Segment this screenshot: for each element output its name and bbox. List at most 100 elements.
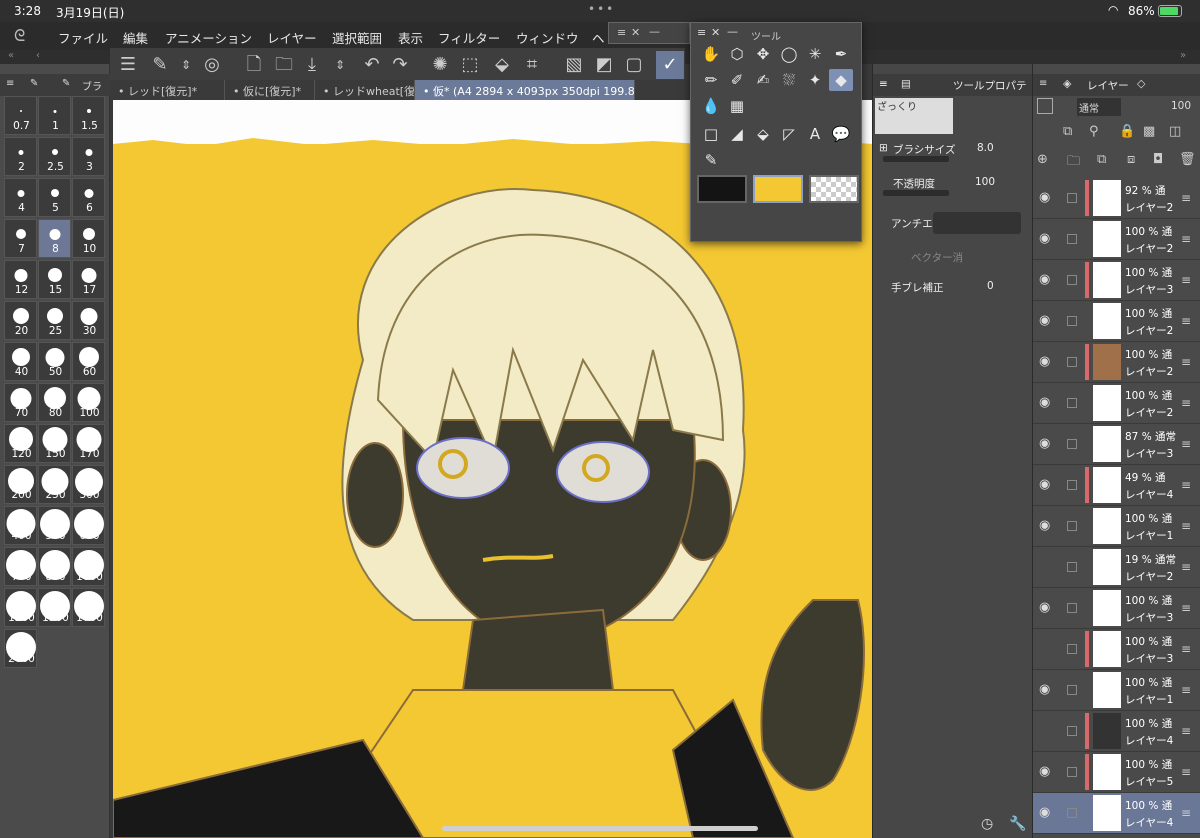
fill-icon[interactable]: ⬙	[488, 51, 516, 79]
main-color-swatch[interactable]	[697, 175, 747, 203]
menu-file[interactable]: ファイル	[58, 28, 108, 47]
layer-row[interactable]: ◉ 100 % 通レイヤー11 ≡	[1033, 506, 1200, 547]
layer-checkbox[interactable]	[1067, 808, 1077, 818]
brush-size-option[interactable]: 1200	[4, 588, 37, 627]
brush-size-option[interactable]: 200	[4, 465, 37, 504]
layer-checkbox[interactable]	[1067, 398, 1077, 408]
subtool-tab-icon[interactable]: ▤	[901, 78, 911, 90]
chevron-left-icon[interactable]: ‹	[36, 50, 40, 61]
airbrush-tool-icon[interactable]: ⛆	[777, 69, 801, 91]
brush-size-option[interactable]: 600	[72, 506, 105, 545]
brush-size-option[interactable]: 60	[72, 342, 105, 381]
new-file-icon[interactable]: 🗋	[240, 51, 268, 79]
brush-size-option[interactable]: 20	[4, 301, 37, 340]
layer-row[interactable]: ◉ 100 % 通レイヤー36 ≡	[1033, 588, 1200, 629]
menu-icon[interactable]: ≡	[879, 78, 888, 90]
menu-icon[interactable]: ≡	[697, 26, 706, 39]
visibility-eye-icon[interactable]: ◉	[1039, 477, 1050, 492]
visibility-eye-icon[interactable]: ◉	[1039, 395, 1050, 410]
menu-selection[interactable]: 選択範囲	[332, 28, 382, 47]
layer-checkbox[interactable]	[1067, 685, 1077, 695]
copy-layer-icon[interactable]: ⧉	[1097, 152, 1106, 167]
visibility-eye-icon[interactable]: ◉	[1039, 682, 1050, 697]
drag-handle-icon[interactable]: ≡	[1181, 560, 1191, 574]
drag-handle-icon[interactable]: ≡	[1181, 724, 1191, 738]
drag-handle-icon[interactable]: ≡	[1181, 765, 1191, 779]
minimize-icon[interactable]: —	[649, 25, 660, 38]
brush-size-option[interactable]: 500	[38, 506, 71, 545]
eraser-tool-icon[interactable]: ◆	[829, 69, 853, 91]
brush-size-option[interactable]: 1500	[38, 588, 71, 627]
figure-tool-icon[interactable]: □	[699, 123, 723, 145]
drag-handle-icon[interactable]: ≡	[1181, 396, 1191, 410]
lock-icon[interactable]: 🔒	[1119, 124, 1135, 139]
layer-checkbox[interactable]	[1067, 480, 1077, 490]
reference-icon[interactable]: ⚲	[1089, 124, 1099, 139]
brush-size-option[interactable]: 10	[72, 219, 105, 258]
transparent-color-swatch[interactable]	[809, 175, 859, 203]
drag-handle-icon[interactable]: ≡	[1181, 601, 1191, 615]
visibility-eye-icon[interactable]: ◉	[1039, 764, 1050, 779]
brush-size-option[interactable]: 0.7	[4, 96, 37, 135]
drag-handle-icon[interactable]: ≡	[1181, 683, 1191, 697]
drag-handle-icon[interactable]: ≡	[1181, 273, 1191, 287]
visibility-eye-icon[interactable]: ◉	[1039, 805, 1050, 820]
text-tool-icon[interactable]: A	[803, 123, 827, 145]
layer-row[interactable]: 19 % 通常レイヤー21 ≡	[1033, 547, 1200, 588]
layout-tool-icon[interactable]: ▦	[725, 95, 749, 117]
layer-checkbox[interactable]	[1067, 357, 1077, 367]
layer-checkbox[interactable]	[1067, 275, 1077, 285]
collapse-right-icon[interactable]: »	[1180, 50, 1186, 61]
brush-size-slider[interactable]	[883, 156, 949, 162]
layer-checkbox[interactable]	[1067, 726, 1077, 736]
layer-row[interactable]: ◉ 87 % 通常レイヤー34 ≡	[1033, 424, 1200, 465]
new-layer-icon[interactable]: ⊕	[1037, 152, 1048, 167]
visibility-eye-icon[interactable]: ◉	[1039, 600, 1050, 615]
menu-animation[interactable]: アニメーション	[165, 28, 252, 47]
brush-size-option[interactable]: 150	[38, 424, 71, 463]
layer-checkbox[interactable]	[1067, 521, 1077, 531]
layer-checkbox[interactable]	[1067, 603, 1077, 613]
clip-icon[interactable]: ⧉	[1063, 124, 1072, 139]
sub-color-swatch[interactable]	[753, 175, 803, 203]
redo-icon[interactable]: ↷	[386, 51, 414, 79]
gradient-tool-icon[interactable]: ◢	[725, 123, 749, 145]
brush-size-option[interactable]: 7	[4, 219, 37, 258]
brush-size-option[interactable]: 1	[38, 96, 71, 135]
brush-size-option[interactable]: 6	[72, 178, 105, 217]
layer-row[interactable]: ◉ 100 % 通レイヤー11 ≡	[1033, 670, 1200, 711]
undo-icon[interactable]: ↶	[358, 51, 386, 79]
clock-icon[interactable]: ◷	[981, 816, 993, 832]
brush-size-option[interactable]: 50	[38, 342, 71, 381]
layer-row[interactable]: ◉ 100 % 通レイヤー25 ≡	[1033, 383, 1200, 424]
layer-tab-2-icon[interactable]: ◇	[1137, 77, 1145, 90]
updown-icon-2[interactable]: ⇕	[326, 51, 354, 79]
minimize-icon[interactable]: —	[727, 25, 738, 38]
brush-size-option[interactable]: 80	[38, 383, 71, 422]
close-icon[interactable]: ✕	[711, 26, 720, 39]
operation-tool-icon[interactable]: ⬡	[725, 43, 749, 65]
drag-handle-icon[interactable]: ≡	[1181, 314, 1191, 328]
home-indicator[interactable]	[442, 826, 758, 831]
multitask-dots-icon[interactable]: •••	[588, 2, 615, 16]
app-logo-icon[interactable]: ᘓ	[14, 26, 36, 46]
menu-help[interactable]: ヘ	[592, 28, 605, 47]
menu-window[interactable]: ウィンドウ	[516, 28, 579, 47]
brush-size-option[interactable]: 800	[38, 547, 71, 586]
menu-icon[interactable]: ≡	[617, 26, 626, 39]
layer-tab-icon[interactable]: ◈	[1063, 77, 1071, 90]
brush-size-option[interactable]: 17	[72, 260, 105, 299]
hand-tool-icon[interactable]: ✋	[699, 43, 723, 65]
brush-tab-icon[interactable]: ✎	[30, 78, 38, 89]
brush-size-option[interactable]: 3	[72, 137, 105, 176]
hatch-icon[interactable]: ▧	[560, 51, 588, 79]
hamburger-menu-icon[interactable]: ☰	[114, 51, 142, 79]
drag-handle-icon[interactable]: ≡	[1181, 191, 1191, 205]
drag-handle-icon[interactable]: ≡	[1181, 642, 1191, 656]
drag-handle-icon[interactable]: ≡	[1181, 355, 1191, 369]
drag-handle-icon[interactable]: ≡	[1181, 232, 1191, 246]
brush-size-option[interactable]: 1700	[72, 588, 105, 627]
drag-handle-icon[interactable]: ≡	[1181, 806, 1191, 820]
visibility-eye-icon[interactable]: ◉	[1039, 313, 1050, 328]
drag-handle-icon[interactable]: ≡	[1181, 478, 1191, 492]
